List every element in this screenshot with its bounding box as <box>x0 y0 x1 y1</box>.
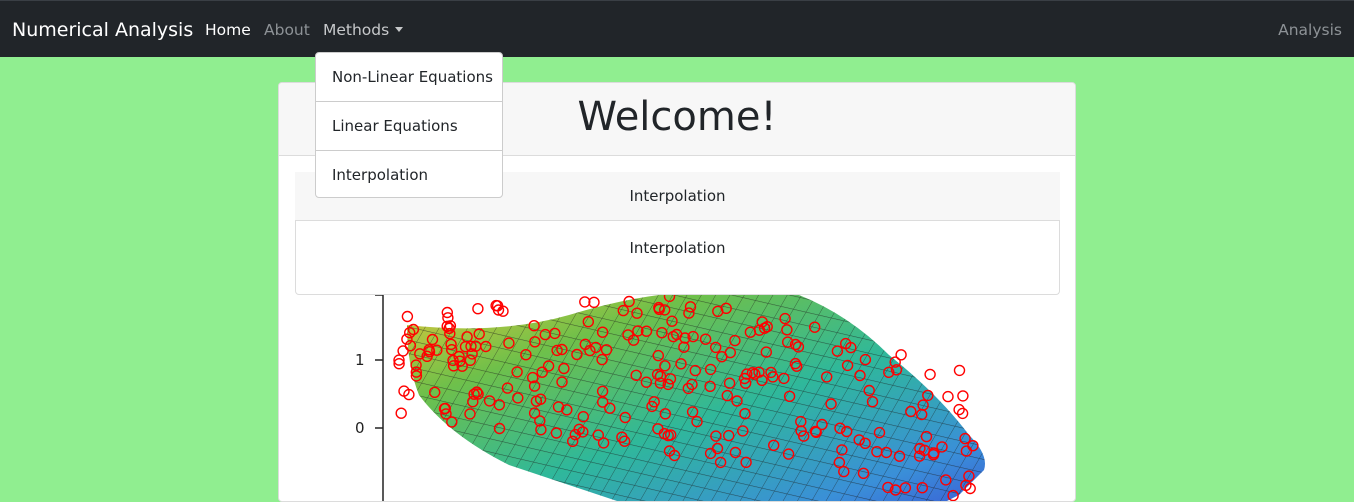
data-marker <box>924 368 936 381</box>
section-body-text: Interpolation <box>629 239 726 257</box>
y-tick-label: 0 <box>355 419 365 437</box>
data-marker <box>588 296 600 309</box>
dropdown-item-linear-equations[interactable]: Linear Equations <box>316 102 502 150</box>
brand-link[interactable]: Numerical Analysis <box>12 18 193 42</box>
data-marker <box>942 390 954 403</box>
data-marker <box>401 310 414 323</box>
data-marker <box>472 302 484 315</box>
data-marker <box>957 390 969 402</box>
dropdown-item-non-linear-equations[interactable]: Non-Linear Equations <box>316 53 502 101</box>
nav-home[interactable]: Home <box>205 20 251 40</box>
section-body: Interpolation <box>295 221 1060 295</box>
dropdown-item-interpolation[interactable]: Interpolation <box>316 151 502 199</box>
data-marker <box>397 345 409 357</box>
surface-plot-image: 1 0 <box>355 295 985 501</box>
data-marker <box>579 296 591 308</box>
top-navbar: Numerical Analysis Home About Methods An… <box>0 0 1354 57</box>
methods-dropdown-menu: Non-Linear Equations Linear Equations In… <box>315 52 503 198</box>
nav-about[interactable]: About <box>264 20 310 40</box>
nav-methods-toggle[interactable]: Methods <box>323 20 404 40</box>
nav-methods-label: Methods <box>323 21 390 39</box>
y-tick-label: 1 <box>355 351 365 369</box>
data-marker <box>953 364 966 377</box>
caret-down-icon <box>395 27 404 32</box>
data-marker <box>395 407 407 419</box>
nav-analysis[interactable]: Analysis <box>1278 20 1342 40</box>
